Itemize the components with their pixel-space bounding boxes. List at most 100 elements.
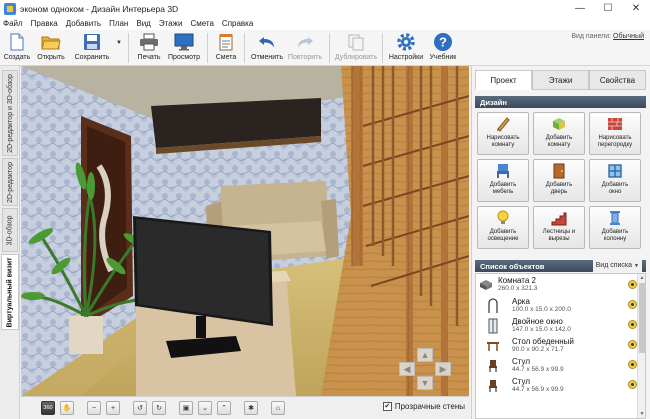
object-list-header: Список объектов Вид списка ▼: [475, 259, 646, 272]
list-view-dropdown[interactable]: Вид списка ▼: [592, 259, 642, 272]
add-door-button[interactable]: Добавить дверь: [533, 159, 585, 202]
list-item[interactable]: Стул 44.7 x 56.9 x 99.9: [476, 356, 639, 376]
visibility-eye-icon[interactable]: [628, 360, 637, 369]
tab-properties[interactable]: Свойства: [589, 70, 646, 90]
nav-right-arrow-icon[interactable]: ▶: [435, 362, 451, 376]
menu-view[interactable]: Вид: [136, 19, 150, 28]
nav-left-arrow-icon[interactable]: ◀: [399, 362, 415, 376]
list-item[interactable]: Арка 100.0 x 15.0 x 200.0: [476, 296, 639, 316]
menu-edit[interactable]: Правка: [31, 19, 58, 28]
duplicate-icon: [346, 32, 366, 52]
draw-partition-button[interactable]: Нарисовать перегородку: [589, 112, 641, 155]
maximize-button[interactable]: ☐: [594, 0, 622, 17]
light-bulb-icon[interactable]: ✱: [244, 401, 258, 415]
zoom-out-icon[interactable]: −: [87, 401, 101, 415]
undo-icon: [257, 32, 277, 52]
brick-wall-icon: [606, 115, 624, 133]
add-lighting-button[interactable]: Добавить освещение: [477, 206, 529, 249]
estimate-button[interactable]: Смета: [212, 30, 240, 66]
gear-icon: [396, 32, 416, 52]
right-panel: Проект Этажи Свойства Дизайн Нарисовать к…: [471, 66, 650, 419]
add-room-button[interactable]: Добавить комнату: [533, 112, 585, 155]
duplicate-button[interactable]: Дублировать: [334, 30, 378, 66]
settings-button[interactable]: Настройки: [387, 30, 425, 66]
save-dropdown-button[interactable]: ▼: [114, 30, 124, 66]
zoom-in-icon[interactable]: +: [106, 401, 120, 415]
door-icon: [550, 162, 568, 180]
scroll-up-icon[interactable]: ▲: [638, 274, 645, 282]
visibility-eye-icon[interactable]: [628, 320, 637, 329]
tab-project[interactable]: Проект: [475, 70, 532, 90]
menu-help[interactable]: Справка: [222, 19, 253, 28]
nav-up-arrow-icon[interactable]: ▲: [417, 348, 433, 362]
toolbar-separator: [244, 33, 245, 63]
home-icon[interactable]: ⌂: [271, 401, 285, 415]
window-controls: — ☐ ✕: [566, 0, 650, 17]
tab-virtual-visit[interactable]: Виртуальный визит: [1, 254, 19, 330]
object-list: Комната 2 260.0 x 321.3 Арка 100.0 x 15.…: [475, 273, 646, 419]
visibility-eye-icon[interactable]: [628, 340, 637, 349]
toolbar: Создать Открыть Сохранить ▼ Печать Просм…: [0, 30, 650, 66]
list-item[interactable]: Двойное окно 147.0 x 15.0 x 142.0: [476, 316, 639, 336]
design-section-header: Дизайн: [475, 96, 646, 108]
tutorial-button[interactable]: ? Учебник: [425, 30, 461, 66]
preview-button[interactable]: Просмотр: [165, 30, 203, 66]
visibility-eye-icon[interactable]: [628, 300, 637, 309]
tab-floors[interactable]: Этажи: [532, 70, 589, 90]
tab-3d-view[interactable]: 3D-обзор: [2, 208, 18, 252]
hand-pan-icon[interactable]: ✋: [60, 401, 74, 415]
printer-icon: [139, 32, 159, 52]
chevron-down-icon: ▼: [116, 40, 122, 46]
object-list-scrollbar[interactable]: ▲ ▼: [637, 274, 645, 418]
redo-button[interactable]: Повторить: [285, 30, 325, 66]
tilt-up-icon[interactable]: ⌃: [217, 401, 231, 415]
chair-icon: [494, 162, 512, 180]
print-button[interactable]: Печать: [133, 30, 165, 66]
chair-icon: [486, 378, 500, 394]
undo-button[interactable]: Отменить: [249, 30, 285, 66]
transparent-walls-checkbox[interactable]: ✔: [382, 402, 392, 411]
close-button[interactable]: ✕: [622, 0, 650, 17]
room-scene: [21, 66, 469, 396]
draw-room-button[interactable]: Нарисовать комнату: [477, 112, 529, 155]
menu-file[interactable]: Файл: [3, 19, 23, 28]
right-panel-tabs: Проект Этажи Свойства: [475, 70, 646, 90]
visibility-eye-icon[interactable]: [628, 280, 637, 289]
scroll-down-icon[interactable]: ▼: [638, 410, 645, 418]
light-bulb-icon: [494, 209, 512, 227]
new-file-icon: [7, 32, 27, 52]
menu-floors[interactable]: Этажи: [159, 19, 183, 28]
menu-add[interactable]: Добавить: [66, 19, 101, 28]
camera-icon[interactable]: ▣: [179, 401, 193, 415]
window-icon: [606, 162, 624, 180]
menu-plan[interactable]: План: [109, 19, 128, 28]
view-360-button[interactable]: 360: [41, 401, 55, 415]
panel-view-link[interactable]: Обычный: [613, 33, 644, 40]
window-title: эконом одноком - Дизайн Интерьера 3D: [20, 3, 179, 14]
nav-down-arrow-icon[interactable]: ▼: [417, 376, 433, 390]
rotate-left-icon[interactable]: ↺: [133, 401, 147, 415]
stairs-cutouts-button[interactable]: Лестницы и вырезы: [533, 206, 585, 249]
list-item[interactable]: Стол обеденный 90.0 x 90.2 x 71.7: [476, 336, 639, 356]
visibility-eye-icon[interactable]: [628, 380, 637, 389]
folder-icon: [41, 32, 61, 52]
save-button[interactable]: Сохранить: [70, 30, 114, 66]
tab-2d-editor-3d-view[interactable]: 2D-редактор и 3D-обзор: [2, 70, 18, 156]
menu-estimate[interactable]: Смета: [190, 19, 213, 28]
list-item[interactable]: Комната 2 260.0 x 321.3: [476, 276, 639, 296]
open-button[interactable]: Открыть: [32, 30, 70, 66]
notepad-icon: [216, 32, 236, 52]
minimize-button[interactable]: —: [566, 0, 594, 17]
add-window-button[interactable]: Добавить окно: [589, 159, 641, 202]
transparent-walls-toggle[interactable]: ✔ Прозрачные стены: [382, 402, 465, 411]
create-button[interactable]: Создать: [2, 30, 32, 66]
tilt-down-icon[interactable]: ⌄: [198, 401, 212, 415]
3d-viewport[interactable]: ▲ ◀ ▶ ▼: [21, 66, 469, 419]
tab-2d-editor[interactable]: 2D-редактор: [2, 158, 18, 206]
scroll-thumb[interactable]: [639, 283, 645, 353]
add-column-button[interactable]: Добавить колонну: [589, 206, 641, 249]
list-item[interactable]: Стул 44.7 x 56.9 x 99.9: [476, 376, 639, 396]
add-furniture-button[interactable]: Добавить мебель: [477, 159, 529, 202]
rotate-right-icon[interactable]: ↻: [152, 401, 166, 415]
room-icon: [479, 277, 493, 293]
